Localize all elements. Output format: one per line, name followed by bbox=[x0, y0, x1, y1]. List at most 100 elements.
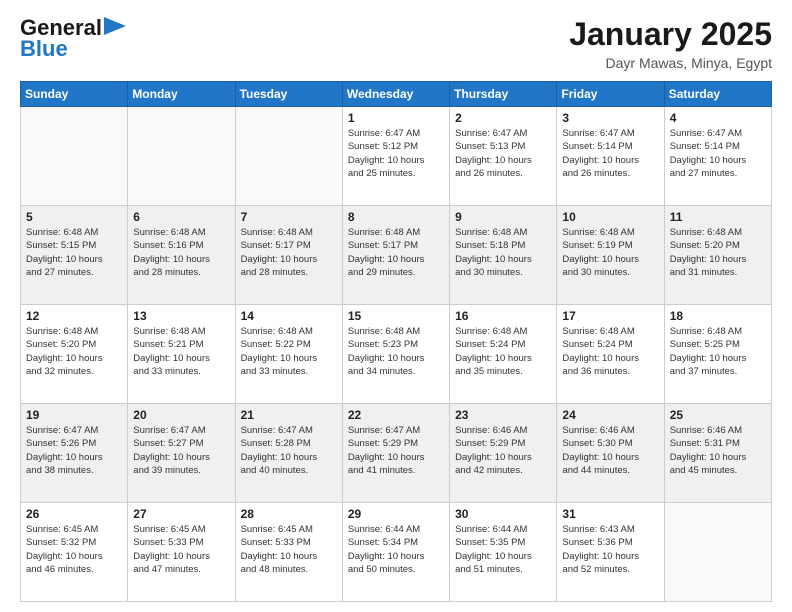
day-info: Sunrise: 6:48 AM Sunset: 5:23 PM Dayligh… bbox=[348, 325, 444, 378]
calendar-day-cell: 5 Sunrise: 6:48 AM Sunset: 5:15 PM Daylig… bbox=[21, 206, 128, 305]
day-number: 27 bbox=[133, 507, 229, 521]
day-number: 21 bbox=[241, 408, 337, 422]
day-number: 11 bbox=[670, 210, 766, 224]
day-number: 3 bbox=[562, 111, 658, 125]
day-info: Sunrise: 6:47 AM Sunset: 5:28 PM Dayligh… bbox=[241, 424, 337, 477]
day-number: 17 bbox=[562, 309, 658, 323]
calendar-day-cell: 8Sunrise: 6:48 AM Sunset: 5:17 PM Daylig… bbox=[342, 206, 449, 305]
calendar-day-cell: 20 Sunrise: 6:47 AM Sunset: 5:27 PM Dayli… bbox=[128, 404, 235, 503]
day-number: 5 bbox=[26, 210, 122, 224]
day-number: 13 bbox=[133, 309, 229, 323]
day-number: 20 bbox=[133, 408, 229, 422]
day-info: Sunrise: 6:48 AM Sunset: 5:25 PM Dayligh… bbox=[670, 325, 766, 378]
calendar-day-cell: 2 Sunrise: 6:47 AM Sunset: 5:13 PM Daylig… bbox=[450, 107, 557, 206]
day-info: Sunrise: 6:48 AM Sunset: 5:17 PM Dayligh… bbox=[241, 226, 337, 279]
day-info: Sunrise: 6:44 AM Sunset: 5:35 PM Dayligh… bbox=[455, 523, 551, 576]
calendar-day-cell: 23 Sunrise: 6:46 AM Sunset: 5:29 PM Dayli… bbox=[450, 404, 557, 503]
day-number: 2 bbox=[455, 111, 551, 125]
day-info: Sunrise: 6:45 AM Sunset: 5:32 PM Dayligh… bbox=[26, 523, 122, 576]
day-number: 9 bbox=[455, 210, 551, 224]
day-number: 15 bbox=[348, 309, 444, 323]
calendar-day-header: Friday bbox=[557, 82, 664, 107]
day-info: Sunrise: 6:45 AM Sunset: 5:33 PM Dayligh… bbox=[133, 523, 229, 576]
calendar-day-cell: 17 Sunrise: 6:48 AM Sunset: 5:24 PM Dayli… bbox=[557, 305, 664, 404]
day-number: 4 bbox=[670, 111, 766, 125]
day-info: Sunrise: 6:43 AM Sunset: 5:36 PM Dayligh… bbox=[562, 523, 658, 576]
day-info: Sunrise: 6:48 AM Sunset: 5:18 PM Dayligh… bbox=[455, 226, 551, 279]
day-info: Sunrise: 6:46 AM Sunset: 5:31 PM Dayligh… bbox=[670, 424, 766, 477]
calendar-day-cell: 7 Sunrise: 6:48 AM Sunset: 5:17 PM Daylig… bbox=[235, 206, 342, 305]
logo-blue: Blue bbox=[20, 36, 68, 62]
day-info: Sunrise: 6:46 AM Sunset: 5:30 PM Dayligh… bbox=[562, 424, 658, 477]
page: General Blue January 2025 Dayr Mawas, Mi… bbox=[0, 0, 792, 612]
header: General Blue January 2025 Dayr Mawas, Mi… bbox=[20, 16, 772, 71]
calendar-day-header: Monday bbox=[128, 82, 235, 107]
day-info: Sunrise: 6:48 AM Sunset: 5:24 PM Dayligh… bbox=[455, 325, 551, 378]
day-number: 18 bbox=[670, 309, 766, 323]
calendar-day-cell: 19Sunrise: 6:47 AM Sunset: 5:26 PM Dayli… bbox=[21, 404, 128, 503]
calendar-day-cell: 10 Sunrise: 6:48 AM Sunset: 5:19 PM Dayli… bbox=[557, 206, 664, 305]
header-right: January 2025 Dayr Mawas, Minya, Egypt bbox=[569, 16, 772, 71]
calendar-week-row: 12 Sunrise: 6:48 AM Sunset: 5:20 PM Dayli… bbox=[21, 305, 772, 404]
calendar-table: SundayMondayTuesdayWednesdayThursdayFrid… bbox=[20, 81, 772, 602]
calendar-day-cell bbox=[21, 107, 128, 206]
day-number: 23 bbox=[455, 408, 551, 422]
calendar-week-row: 5 Sunrise: 6:48 AM Sunset: 5:15 PM Daylig… bbox=[21, 206, 772, 305]
day-number: 29 bbox=[348, 507, 444, 521]
calendar-day-cell bbox=[664, 503, 771, 602]
day-info: Sunrise: 6:48 AM Sunset: 5:24 PM Dayligh… bbox=[562, 325, 658, 378]
day-number: 24 bbox=[562, 408, 658, 422]
calendar-header-row: SundayMondayTuesdayWednesdayThursdayFrid… bbox=[21, 82, 772, 107]
day-info: Sunrise: 6:48 AM Sunset: 5:20 PM Dayligh… bbox=[26, 325, 122, 378]
day-info: Sunrise: 6:47 AM Sunset: 5:29 PM Dayligh… bbox=[348, 424, 444, 477]
calendar-day-cell: 27 Sunrise: 6:45 AM Sunset: 5:33 PM Dayli… bbox=[128, 503, 235, 602]
calendar-day-cell: 22Sunrise: 6:47 AM Sunset: 5:29 PM Dayli… bbox=[342, 404, 449, 503]
calendar-day-cell: 3 Sunrise: 6:47 AM Sunset: 5:14 PM Daylig… bbox=[557, 107, 664, 206]
day-number: 14 bbox=[241, 309, 337, 323]
day-info: Sunrise: 6:48 AM Sunset: 5:15 PM Dayligh… bbox=[26, 226, 122, 279]
day-info: Sunrise: 6:47 AM Sunset: 5:27 PM Dayligh… bbox=[133, 424, 229, 477]
day-number: 1 bbox=[348, 111, 444, 125]
calendar-week-row: 1Sunrise: 6:47 AM Sunset: 5:12 PM Daylig… bbox=[21, 107, 772, 206]
calendar-day-cell: 31Sunrise: 6:43 AM Sunset: 5:36 PM Dayli… bbox=[557, 503, 664, 602]
day-info: Sunrise: 6:47 AM Sunset: 5:14 PM Dayligh… bbox=[562, 127, 658, 180]
day-info: Sunrise: 6:48 AM Sunset: 5:20 PM Dayligh… bbox=[670, 226, 766, 279]
calendar-day-cell: 30Sunrise: 6:44 AM Sunset: 5:35 PM Dayli… bbox=[450, 503, 557, 602]
day-info: Sunrise: 6:45 AM Sunset: 5:33 PM Dayligh… bbox=[241, 523, 337, 576]
calendar-day-cell: 4 Sunrise: 6:47 AM Sunset: 5:14 PM Daylig… bbox=[664, 107, 771, 206]
logo-arrow-icon bbox=[104, 17, 126, 35]
day-info: Sunrise: 6:48 AM Sunset: 5:17 PM Dayligh… bbox=[348, 226, 444, 279]
day-info: Sunrise: 6:47 AM Sunset: 5:13 PM Dayligh… bbox=[455, 127, 551, 180]
day-number: 12 bbox=[26, 309, 122, 323]
calendar-week-row: 26Sunrise: 6:45 AM Sunset: 5:32 PM Dayli… bbox=[21, 503, 772, 602]
calendar-day-cell: 11 Sunrise: 6:48 AM Sunset: 5:20 PM Dayli… bbox=[664, 206, 771, 305]
calendar-week-row: 19Sunrise: 6:47 AM Sunset: 5:26 PM Dayli… bbox=[21, 404, 772, 503]
day-number: 6 bbox=[133, 210, 229, 224]
month-title: January 2025 bbox=[569, 16, 772, 53]
day-number: 16 bbox=[455, 309, 551, 323]
calendar-day-cell: 15 Sunrise: 6:48 AM Sunset: 5:23 PM Dayli… bbox=[342, 305, 449, 404]
day-info: Sunrise: 6:48 AM Sunset: 5:16 PM Dayligh… bbox=[133, 226, 229, 279]
day-info: Sunrise: 6:47 AM Sunset: 5:14 PM Dayligh… bbox=[670, 127, 766, 180]
calendar-day-cell: 28 Sunrise: 6:45 AM Sunset: 5:33 PM Dayli… bbox=[235, 503, 342, 602]
day-number: 25 bbox=[670, 408, 766, 422]
calendar-day-cell: 29 Sunrise: 6:44 AM Sunset: 5:34 PM Dayli… bbox=[342, 503, 449, 602]
calendar-day-header: Tuesday bbox=[235, 82, 342, 107]
calendar-day-header: Wednesday bbox=[342, 82, 449, 107]
day-number: 28 bbox=[241, 507, 337, 521]
calendar-day-cell: 6 Sunrise: 6:48 AM Sunset: 5:16 PM Daylig… bbox=[128, 206, 235, 305]
day-info: Sunrise: 6:46 AM Sunset: 5:29 PM Dayligh… bbox=[455, 424, 551, 477]
day-info: Sunrise: 6:48 AM Sunset: 5:19 PM Dayligh… bbox=[562, 226, 658, 279]
calendar-day-cell bbox=[235, 107, 342, 206]
calendar-day-cell: 12 Sunrise: 6:48 AM Sunset: 5:20 PM Dayli… bbox=[21, 305, 128, 404]
day-number: 7 bbox=[241, 210, 337, 224]
location: Dayr Mawas, Minya, Egypt bbox=[569, 55, 772, 71]
calendar-day-cell: 18 Sunrise: 6:48 AM Sunset: 5:25 PM Dayli… bbox=[664, 305, 771, 404]
calendar-day-header: Thursday bbox=[450, 82, 557, 107]
calendar-day-cell: 14Sunrise: 6:48 AM Sunset: 5:22 PM Dayli… bbox=[235, 305, 342, 404]
day-number: 10 bbox=[562, 210, 658, 224]
calendar-day-cell: 21 Sunrise: 6:47 AM Sunset: 5:28 PM Dayli… bbox=[235, 404, 342, 503]
calendar-day-cell bbox=[128, 107, 235, 206]
logo: General Blue bbox=[20, 16, 126, 62]
day-info: Sunrise: 6:44 AM Sunset: 5:34 PM Dayligh… bbox=[348, 523, 444, 576]
